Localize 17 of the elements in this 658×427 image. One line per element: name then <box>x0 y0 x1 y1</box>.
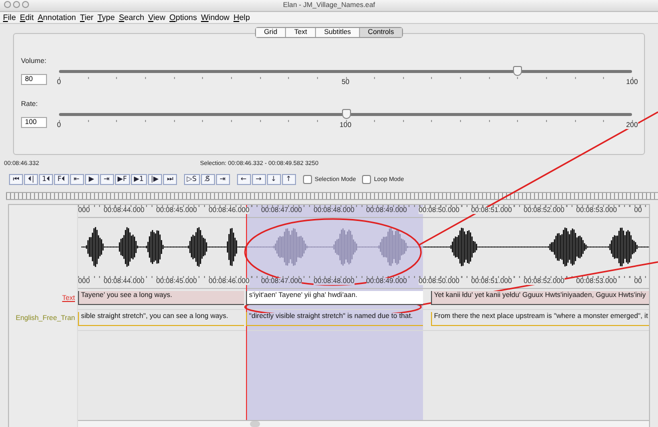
slider-thumb[interactable] <box>342 109 350 119</box>
menu-item[interactable]: Options <box>169 13 197 22</box>
window-buttons-icon[interactable] <box>4 1 29 8</box>
overview-ruler[interactable] <box>6 192 658 200</box>
menu-item[interactable]: Type <box>97 13 115 22</box>
menu-item[interactable]: File <box>3 13 16 22</box>
checkbox[interactable] <box>362 175 371 184</box>
scrollbar-thumb[interactable] <box>250 421 260 427</box>
menu-item[interactable]: Tier <box>80 13 94 22</box>
menu-item[interactable]: Edit <box>20 13 34 22</box>
menu-item[interactable]: View <box>148 13 166 22</box>
menu-item[interactable]: Help <box>233 13 250 22</box>
menu-item[interactable]: Window <box>200 13 230 22</box>
slider-thumb[interactable] <box>513 66 522 76</box>
checkbox[interactable] <box>302 175 312 184</box>
menu-item[interactable]: Annotation <box>38 13 76 22</box>
menu-item[interactable]: Search <box>118 13 144 22</box>
